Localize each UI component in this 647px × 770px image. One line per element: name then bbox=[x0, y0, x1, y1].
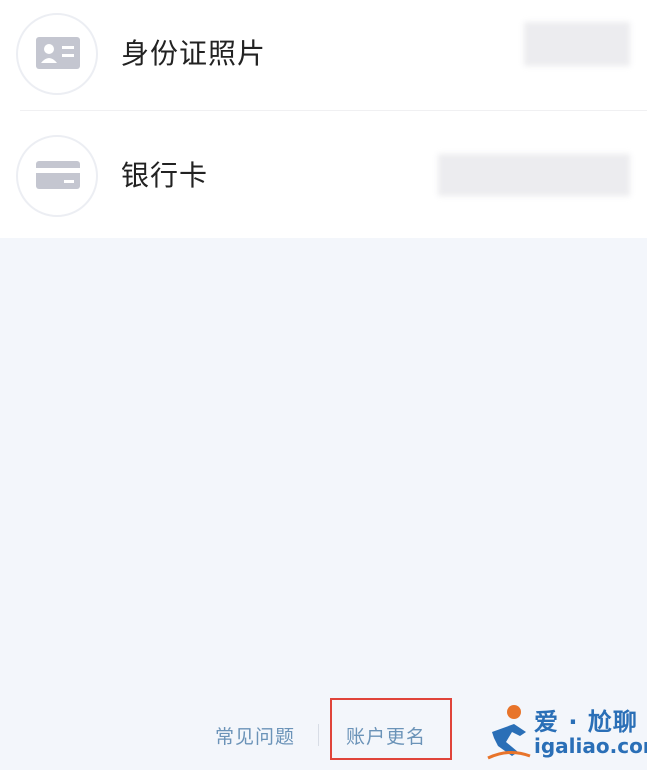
bank-card-icon-circle bbox=[16, 135, 98, 217]
faq-link[interactable]: 常见问题 bbox=[215, 722, 295, 749]
list-item-label: 银行卡 bbox=[121, 159, 209, 192]
bank-card-icon bbox=[36, 161, 80, 189]
watermark-url: igaliao.com bbox=[534, 734, 647, 758]
list-item-id-photo[interactable]: 身份证照片 bbox=[0, 0, 647, 114]
id-card-icon bbox=[36, 37, 80, 69]
rename-highlight-box bbox=[330, 698, 452, 760]
watermark: 爱 · 尬聊 igaliao.com bbox=[484, 700, 647, 764]
list-item-label: 身份证照片 bbox=[121, 37, 267, 70]
link-separator bbox=[318, 724, 319, 746]
runner-logo-icon bbox=[487, 705, 531, 760]
redacted-value bbox=[438, 154, 630, 196]
redacted-value bbox=[524, 22, 630, 66]
verification-list-card: 身份证照片 银行卡 bbox=[0, 0, 647, 238]
id-card-icon-circle bbox=[16, 13, 98, 95]
list-item-bank-card[interactable]: 银行卡 bbox=[0, 118, 647, 236]
watermark-brand: 爱 · 尬聊 bbox=[534, 708, 638, 736]
divider bbox=[20, 110, 647, 111]
